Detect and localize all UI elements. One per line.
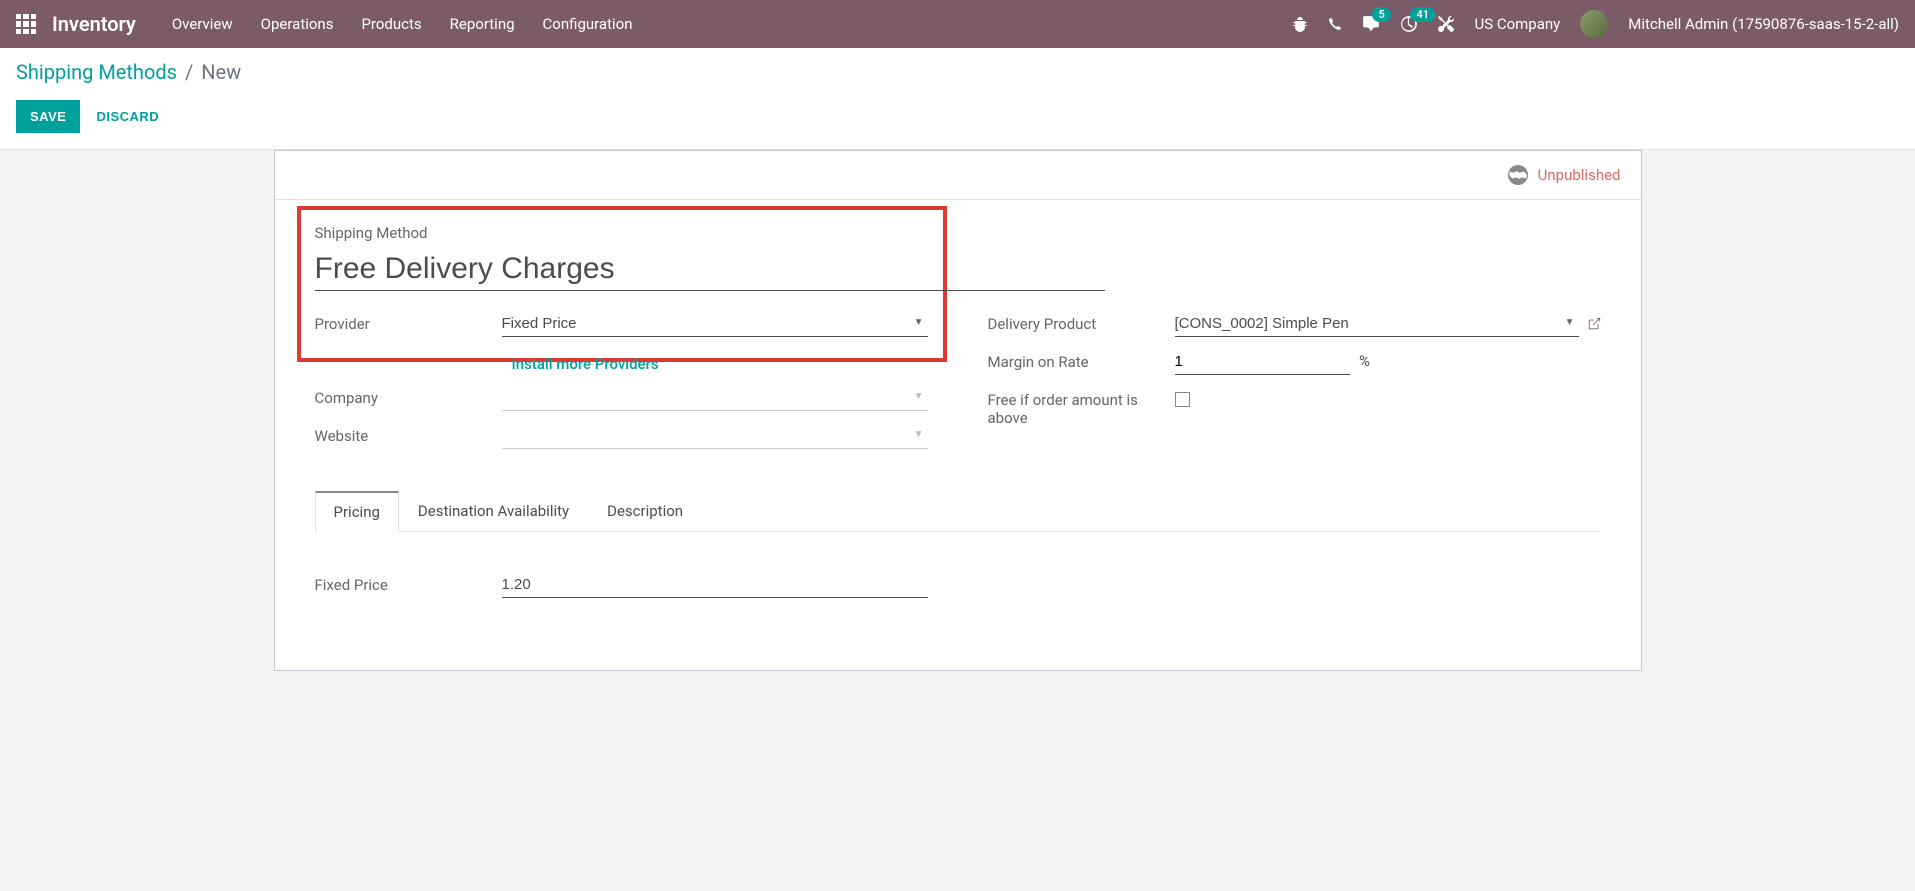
- tools-icon[interactable]: [1438, 16, 1454, 32]
- tabs: Pricing Destination Availability Descrip…: [315, 491, 1601, 532]
- provider-select[interactable]: [502, 311, 928, 337]
- company-select[interactable]: [502, 385, 928, 411]
- save-button[interactable]: SAVE: [16, 100, 80, 133]
- nav-operations[interactable]: Operations: [261, 15, 334, 33]
- external-link-icon[interactable]: [1587, 316, 1601, 332]
- delivery-product-label: Delivery Product: [988, 311, 1163, 333]
- breadcrumb: Shipping Methods / New: [16, 60, 1899, 84]
- user-menu[interactable]: Mitchell Admin (17590876-saas-15-2-all): [1628, 15, 1899, 33]
- nav-products[interactable]: Products: [361, 15, 421, 33]
- messages-icon[interactable]: 5: [1362, 15, 1380, 33]
- margin-label: Margin on Rate: [988, 349, 1163, 371]
- website-label: Website: [315, 423, 490, 445]
- tab-description[interactable]: Description: [588, 491, 702, 531]
- breadcrumb-parent[interactable]: Shipping Methods: [16, 60, 177, 84]
- nav-reporting[interactable]: Reporting: [450, 15, 515, 33]
- tab-destination[interactable]: Destination Availability: [399, 491, 588, 531]
- provider-label: Provider: [315, 311, 490, 333]
- form-sheet: Unpublished Shipping Method Provider: [274, 150, 1642, 671]
- discard-button[interactable]: DISCARD: [92, 100, 163, 133]
- globe-icon: [1508, 165, 1528, 185]
- phone-icon[interactable]: [1328, 17, 1342, 31]
- breadcrumb-separator: /: [185, 60, 193, 84]
- top-navbar: Inventory Overview Operations Products R…: [0, 0, 1915, 48]
- topbar-right: 5 41 US Company Mitchell Admin (17590876…: [1292, 10, 1899, 38]
- nav-menu: Overview Operations Products Reporting C…: [172, 15, 1293, 33]
- margin-unit: %: [1359, 352, 1370, 370]
- avatar[interactable]: [1580, 10, 1608, 38]
- messages-badge: 5: [1372, 7, 1390, 22]
- delivery-product-select[interactable]: [1175, 311, 1579, 337]
- install-providers-link[interactable]: Install more Providers: [512, 355, 659, 373]
- apps-icon[interactable]: [16, 14, 36, 34]
- tab-pricing[interactable]: Pricing: [315, 491, 399, 532]
- status-bar: Unpublished: [275, 151, 1641, 200]
- company-label: Company: [315, 385, 490, 407]
- company-selector[interactable]: US Company: [1474, 15, 1560, 33]
- activities-icon[interactable]: 41: [1400, 15, 1418, 33]
- app-brand[interactable]: Inventory: [52, 12, 136, 36]
- shipping-method-label: Shipping Method: [315, 224, 1601, 242]
- nav-overview[interactable]: Overview: [172, 15, 233, 33]
- publish-label: Unpublished: [1538, 166, 1621, 184]
- bug-icon[interactable]: [1292, 16, 1308, 32]
- activities-badge: 41: [1410, 7, 1435, 22]
- free-above-checkbox[interactable]: [1175, 392, 1190, 407]
- publish-status[interactable]: Unpublished: [1508, 165, 1621, 185]
- action-buttons: SAVE DISCARD: [16, 100, 1899, 133]
- margin-input[interactable]: [1175, 349, 1350, 375]
- control-panel: Shipping Methods / New SAVE DISCARD: [0, 48, 1915, 150]
- nav-configuration[interactable]: Configuration: [543, 15, 633, 33]
- free-above-label: Free if order amount is above: [988, 387, 1163, 427]
- shipping-method-input[interactable]: [315, 248, 1105, 291]
- fixed-price-input[interactable]: [502, 572, 928, 598]
- tab-content-pricing: Fixed Price: [315, 532, 1601, 630]
- fixed-price-label: Fixed Price: [315, 572, 490, 594]
- breadcrumb-current: New: [201, 60, 241, 84]
- website-select[interactable]: [502, 423, 928, 449]
